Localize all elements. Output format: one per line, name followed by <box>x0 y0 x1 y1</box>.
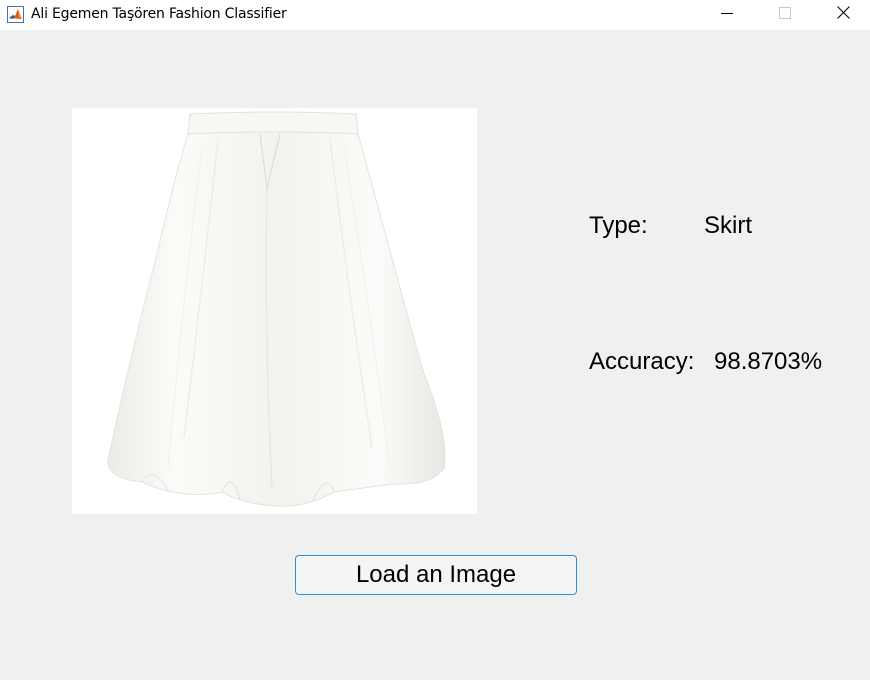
accuracy-label: Accuracy: <box>589 348 695 375</box>
maximize-icon <box>779 6 791 24</box>
type-value: Skirt <box>704 212 752 239</box>
app-window: Ali Egemen Taşören Fashion Classifier Ty… <box>0 0 870 680</box>
skirt-image <box>107 111 446 507</box>
type-label: Type: <box>589 212 648 239</box>
load-image-button[interactable]: Load an Image <box>295 555 577 595</box>
minimize-icon <box>721 6 733 24</box>
title-bar[interactable]: Ali Egemen Taşören Fashion Classifier <box>0 0 870 30</box>
accuracy-value: 98.8703% <box>714 348 823 375</box>
maximize-button[interactable] <box>756 0 814 30</box>
close-button[interactable] <box>814 0 870 30</box>
matlab-icon <box>7 6 24 23</box>
close-icon <box>836 6 850 24</box>
window-title: Ali Egemen Taşören Fashion Classifier <box>31 6 287 22</box>
app-content: Type: Skirt Accuracy: 98.8703% Load an I… <box>0 30 870 680</box>
image-display <box>72 108 477 514</box>
minimize-button[interactable] <box>698 0 756 30</box>
